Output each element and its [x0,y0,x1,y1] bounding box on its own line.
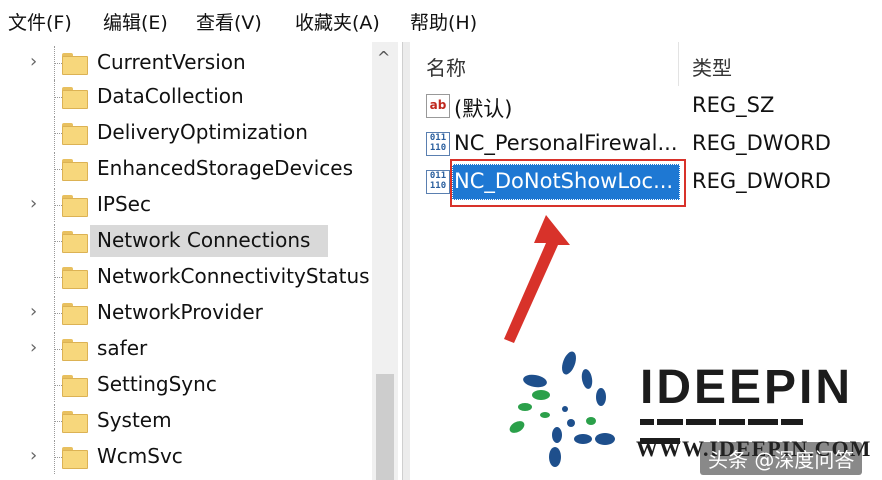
highlight-annotation-box [450,159,686,207]
brand-underline [640,410,845,444]
tree-item-label: NetworkConnectivityStatus [97,264,370,288]
tree-item-datacollection[interactable]: DataCollection [0,80,380,114]
folder-icon [62,53,88,75]
scroll-thumb[interactable] [376,374,394,480]
chevron-right-icon[interactable]: › [30,337,37,358]
binary-dword-icon: 011 110 [426,132,450,156]
ideepin-logo-icon [509,351,615,467]
folder-icon [62,339,88,361]
registry-key-tree: › CurrentVersion DataCollection Delivery… [0,42,402,480]
tree-item-settingsync[interactable]: SettingSync [0,368,380,402]
value-type: REG_SZ [692,93,775,117]
scroll-up-arrow-icon[interactable]: ^ [377,48,390,67]
tree-item-ipsec[interactable]: › IPSec [0,188,380,222]
tree-item-label: IPSec [97,192,151,216]
folder-icon [62,375,88,397]
tree-scrollbar[interactable]: ^ [372,42,398,480]
menu-edit[interactable]: 编辑(E) [103,8,168,35]
value-type: REG_DWORD [692,169,831,193]
chevron-right-icon[interactable]: › [30,445,37,466]
menu-help[interactable]: 帮助(H) [410,8,477,35]
chevron-right-icon[interactable]: › [30,193,37,214]
value-type: REG_DWORD [692,131,831,155]
value-row-nc-personalfirewall[interactable]: 011 110 NC_PersonalFirewal... REG_DWORD [410,126,882,162]
folder-icon [62,303,88,325]
tree-item-label: DataCollection [97,84,244,108]
folder-icon [62,195,88,217]
folder-icon [62,159,88,181]
folder-icon [62,231,88,253]
menu-bar: 文件(F) 编辑(E) 查看(V) 收藏夹(A) 帮助(H) [0,0,882,42]
tree-item-label: NetworkProvider [97,300,263,324]
chevron-right-icon[interactable]: › [30,301,37,322]
tree-item-label: Network Connections [97,228,311,252]
tree-item-label: CurrentVersion [97,50,246,74]
tree-item-network-connections[interactable]: Network Connections [0,224,380,258]
tree-item-label: SettingSync [97,372,217,396]
tree-item-label: System [97,408,172,432]
folder-icon [62,267,88,289]
red-arrow-icon [504,215,570,343]
tree-item-label: WcmSvc [97,444,183,468]
tree-item-wcmsvc[interactable]: › WcmSvc [0,440,380,474]
tree-item-currentversion[interactable]: › CurrentVersion [0,46,380,80]
value-row-default[interactable]: ab (默认) REG_SZ [410,88,882,124]
value-name: NC_PersonalFirewal... [454,131,678,155]
tree-item-system[interactable]: System [0,404,380,438]
menu-file[interactable]: 文件(F) [8,8,72,35]
folder-icon [62,87,88,109]
folder-icon [62,123,88,145]
value-name: (默认) [454,97,513,121]
ab-string-icon: ab [426,94,450,118]
column-divider[interactable] [678,42,679,86]
tree-item-deliveryoptimization[interactable]: DeliveryOptimization [0,116,380,150]
menu-view[interactable]: 查看(V) [196,8,262,35]
folder-icon [62,447,88,469]
tree-item-enhancedstoragedevices[interactable]: EnhancedStorageDevices [0,152,380,186]
pane-splitter[interactable] [402,42,410,480]
chevron-right-icon[interactable]: › [30,51,37,72]
watermark: 头条 @深度问答 [700,442,863,475]
brand-name: IDEEPIN [640,361,854,414]
folder-icon [62,411,88,433]
tree-item-label: DeliveryOptimization [97,120,308,144]
tree-item-safer[interactable]: › safer [0,332,380,366]
column-header-type[interactable]: 类型 [692,52,732,81]
tree-item-label: EnhancedStorageDevices [97,156,353,180]
binary-dword-icon: 011 110 [426,170,450,194]
menu-favorites[interactable]: 收藏夹(A) [295,8,380,35]
tree-item-networkprovider[interactable]: › NetworkProvider [0,296,380,330]
tree-item-label: safer [97,336,148,360]
column-header-name[interactable]: 名称 [426,52,466,81]
tree-item-networkconnectivitystatus[interactable]: NetworkConnectivityStatus [0,260,380,294]
